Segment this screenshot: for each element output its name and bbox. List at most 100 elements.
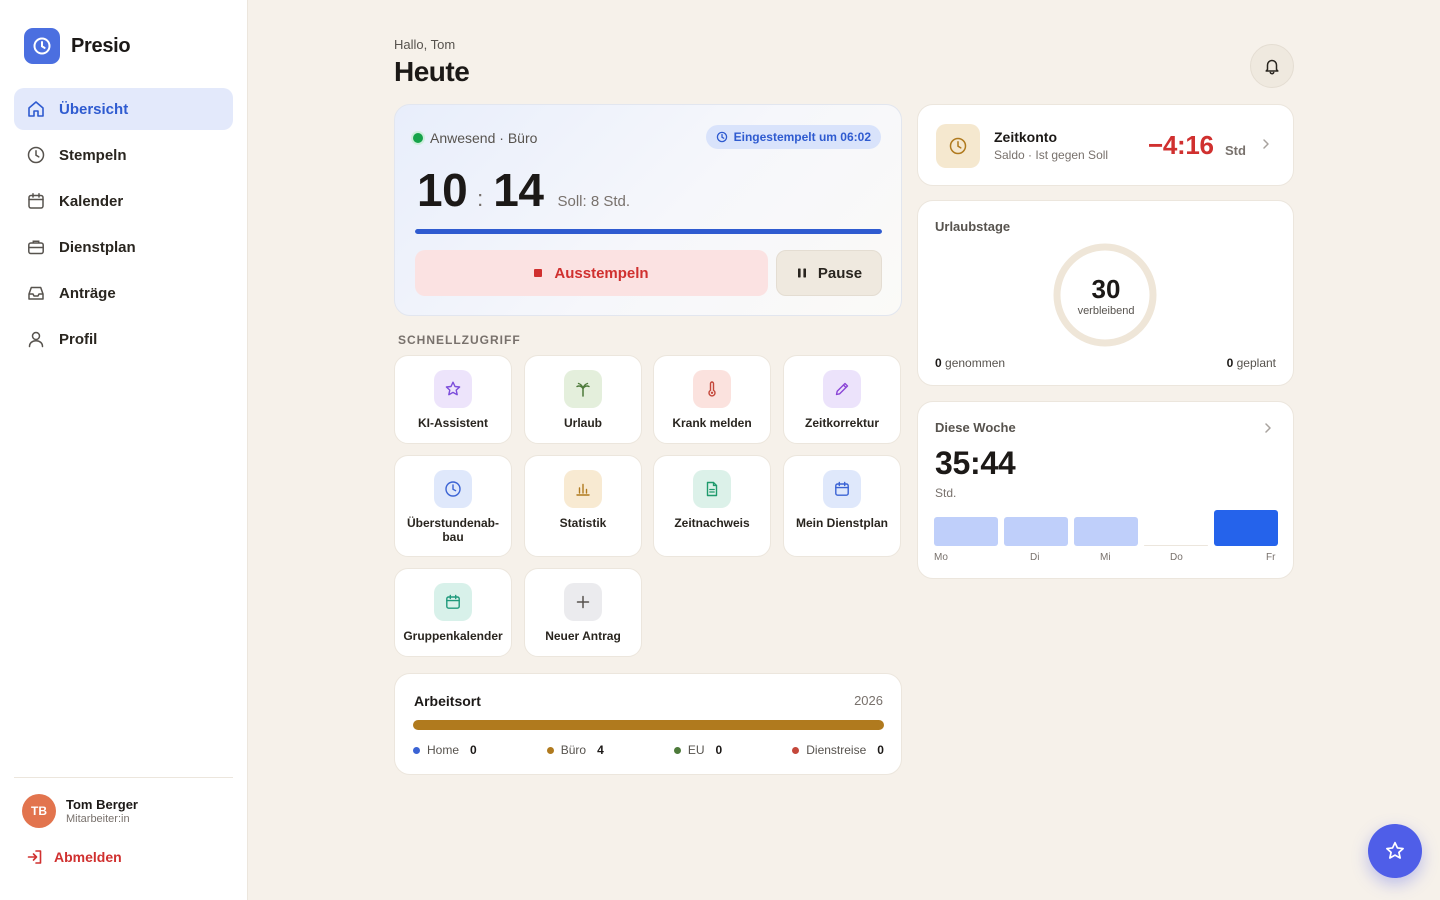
week-total: 35:44: [935, 445, 1016, 481]
tile-icon-bg: [693, 470, 731, 508]
tile-time-record[interactable]: Zeitnachweis: [653, 455, 771, 557]
user-role: Mitarbeiter:in: [66, 813, 130, 825]
sidebar-item-roster[interactable]: Dienstplan: [14, 226, 233, 268]
workplace-legend: Home 0 Büro 4 EU 0 Dienstreise 0: [413, 743, 884, 757]
elapsed-minutes: 14: [493, 164, 544, 216]
pause-label: Pause: [817, 264, 863, 282]
vacation-taken-label: genommen: [945, 356, 1006, 370]
sidebar-item-profile[interactable]: Profil: [14, 318, 233, 360]
sidebar-item-requests[interactable]: Anträge: [14, 272, 233, 314]
tile-icon-bg: [434, 470, 472, 508]
tile-vacation[interactable]: Urlaub: [524, 355, 642, 444]
legend-dot: [546, 746, 554, 754]
legend-item-business-trip: Dienstreise 0: [792, 743, 884, 757]
document-icon: [706, 481, 718, 497]
vacation-remaining: 30: [1091, 274, 1121, 304]
tile-group-calendar[interactable]: Gruppenkalender: [394, 568, 512, 657]
clock-icon: [27, 146, 45, 164]
week-bar-di: [1004, 517, 1068, 546]
week-bar-mi: [1074, 517, 1138, 546]
logout-button[interactable]: Abmelden: [26, 848, 233, 866]
week-day-label: Mo: [934, 552, 948, 563]
tile-label: Zeitnachweis: [674, 516, 750, 530]
week-bar-chart: [934, 506, 1278, 546]
chevron-right-icon: [1263, 139, 1269, 149]
sidebar-footer: TB Tom Berger Mitarbeiter:in Abmelden: [14, 777, 233, 866]
user-name: Tom Berger: [66, 797, 138, 812]
week-title: Diese Woche: [935, 420, 1016, 435]
legend-item-office: Büro 4: [546, 743, 604, 757]
sidebar-item-label: Anträge: [59, 284, 116, 302]
tile-icon-bg: [693, 370, 731, 408]
week-bar-do: [1144, 545, 1208, 546]
tile-icon-bg: [823, 370, 861, 408]
clock-icon: [716, 131, 727, 143]
legend-value: 0: [715, 743, 723, 757]
bell-icon: [1265, 59, 1279, 75]
thermometer-icon: [708, 381, 716, 397]
user-card[interactable]: TB Tom Berger Mitarbeiter:in: [22, 794, 233, 828]
week-bar-fr: [1214, 510, 1278, 546]
elapsed-hours: 10: [417, 164, 468, 216]
vacation-card: Urlaubstage 30 verbleibend 0 genommen 0 …: [917, 200, 1294, 386]
bar-chart-icon: [576, 483, 590, 496]
week-unit: Std.: [935, 486, 957, 500]
tile-ai-assistant[interactable]: KI-Assistent: [394, 355, 512, 444]
sidebar-item-overview[interactable]: Übersicht: [14, 88, 233, 130]
elapsed-time: 10 : 14 Soll: 8 Std.: [417, 163, 630, 217]
legend-value: 0: [470, 743, 477, 757]
sidebar-item-label: Profil: [59, 330, 98, 348]
tile-sick-leave[interactable]: Krank melden: [653, 355, 771, 444]
vacation-taken: 0 genommen: [935, 356, 1005, 370]
presence-status: Anwesend · Büro: [413, 130, 537, 146]
workplace-card: Arbeitsort 2026 Home 0 Büro 4 EU 0 Dienstre…: [394, 673, 902, 775]
clock-logo-icon: [24, 28, 60, 64]
star-icon: [445, 381, 461, 396]
sidebar-item-stamp[interactable]: Stempeln: [14, 134, 233, 176]
week-card[interactable]: Diese Woche 35:44 Std. Mo Di Mi Do Fr: [917, 401, 1294, 579]
calendar-icon: [28, 193, 44, 209]
tile-overtime-reduction[interactable]: Überstundenab-bau: [394, 455, 512, 557]
sidebar-item-calendar[interactable]: Kalender: [14, 180, 233, 222]
notifications-button[interactable]: [1250, 44, 1294, 88]
vacation-planned: 0 geplant: [1227, 356, 1276, 370]
workday-progress-fill: [415, 229, 882, 234]
tile-time-correction[interactable]: Zeitkorrektur: [783, 355, 901, 444]
legend-label: EU: [687, 743, 705, 757]
greeting: Hallo, Tom: [394, 37, 456, 52]
inbox-icon: [28, 286, 44, 300]
star-icon: [1386, 841, 1404, 859]
tile-label: Neuer Antrag: [545, 629, 621, 643]
week-day-label: Do: [1170, 552, 1183, 563]
vacation-title: Urlaubstage: [935, 219, 1011, 234]
stop-icon: [534, 269, 543, 277]
time-account-balance: −4:16: [1148, 130, 1214, 160]
tile-icon-bg: [564, 583, 602, 621]
stamped-in-badge: Eingestempelt um 06:02: [705, 125, 881, 149]
pencil-icon: [835, 382, 849, 396]
tile-statistics[interactable]: Statistik: [524, 455, 642, 557]
time-account-card[interactable]: Zeitkonto Saldo · Ist gegen Soll −4:16 S…: [917, 104, 1294, 186]
palm-tree-icon: [576, 382, 590, 397]
legend-label: Home: [427, 743, 460, 757]
tile-my-roster[interactable]: Mein Dienstplan: [783, 455, 901, 557]
ai-assistant-fab[interactable]: [1368, 824, 1422, 878]
pause-button[interactable]: Pause: [776, 250, 882, 296]
legend-label: Dienstreise: [806, 743, 867, 757]
time-account-subtitle: Saldo · Ist gegen Soll: [994, 148, 1109, 162]
clock-out-button[interactable]: Ausstempeln: [415, 250, 768, 296]
plus-icon: [576, 595, 590, 609]
brand[interactable]: Presio: [24, 28, 131, 64]
workplace-title: Arbeitsort: [414, 693, 481, 709]
tile-new-request[interactable]: Neuer Antrag: [524, 568, 642, 657]
sidebar-item-label: Kalender: [59, 192, 124, 210]
sidebar: Presio Übersicht Stempeln Kalender Diens…: [0, 0, 248, 900]
vacation-remaining-label: verbleibend: [1077, 305, 1135, 317]
target-hours: Soll: 8 Std.: [557, 193, 631, 210]
legend-label: Büro: [560, 743, 587, 757]
vacation-planned-value: 0: [1226, 356, 1234, 370]
vacation-planned-label: geplant: [1236, 356, 1276, 370]
workday-progress-bar: [415, 229, 882, 234]
clock-out-label: Ausstempeln: [554, 264, 649, 282]
week-bar-mo: [934, 517, 998, 546]
